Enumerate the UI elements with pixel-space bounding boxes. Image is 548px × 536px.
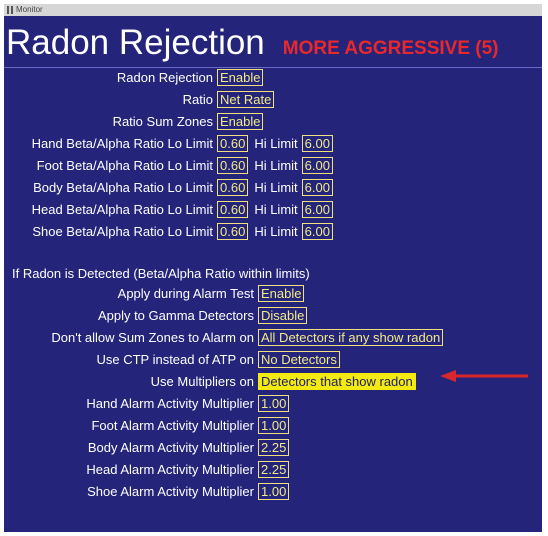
option-label: Apply to Gamma Detectors — [97, 308, 254, 323]
red-arrow-icon — [440, 370, 528, 382]
limit-row-hand: Hand Beta/Alpha Ratio Lo Limit 0.60 Hi L… — [4, 134, 333, 153]
lo-limit-value[interactable]: 0.60 — [217, 223, 249, 240]
gamma-detectors-value[interactable]: Disable — [258, 307, 308, 324]
option-label: Use Multipliers on — [150, 374, 254, 389]
limit-row-body: Body Beta/Alpha Ratio Lo Limit 0.60 Hi L… — [4, 178, 333, 197]
hi-limit-label: Hi Limit — [254, 224, 298, 239]
title-bar: Monitor — [4, 4, 542, 16]
multiplier-label: Hand Alarm Activity Multiplier — [86, 396, 254, 411]
limit-label: Foot Beta/Alpha Ratio Lo Limit — [36, 158, 213, 173]
sum-zones-alarm-value[interactable]: All Detectors if any show radon — [258, 329, 444, 346]
option-label: Apply during Alarm Test — [117, 286, 254, 301]
multiplier-row-head: Head Alarm Activity Multiplier 2.25 — [4, 460, 290, 479]
multiplier-row-foot: Foot Alarm Activity Multiplier 1.00 — [4, 416, 290, 435]
hi-limit-label: Hi Limit — [254, 180, 298, 195]
mode-indicator: MORE AGGRESSIVE (5) — [282, 38, 499, 59]
multiplier-label: Shoe Alarm Activity Multiplier — [87, 484, 254, 499]
hi-limit-value[interactable]: 6.00 — [301, 201, 333, 218]
hi-limit-value[interactable]: 6.00 — [301, 157, 333, 174]
multiplier-row-shoe: Shoe Alarm Activity Multiplier 1.00 — [4, 482, 290, 501]
radon-rejection-value[interactable]: Enable — [217, 69, 264, 86]
multiplier-row-hand: Hand Alarm Activity Multiplier 1.00 — [4, 394, 290, 413]
hi-limit-value[interactable]: 6.00 — [301, 223, 333, 240]
setting-label: Ratio — [182, 92, 213, 107]
multiplier-value[interactable]: 1.00 — [258, 417, 290, 434]
limit-label: Body Beta/Alpha Ratio Lo Limit — [33, 180, 213, 195]
hi-limit-label: Hi Limit — [254, 202, 298, 217]
lo-limit-value[interactable]: 0.60 — [217, 201, 249, 218]
option-row-alarm-test: Apply during Alarm Test Enable — [4, 284, 305, 303]
page-heading: Radon Rejection MORE AGGRESSIVE (5) — [4, 20, 499, 66]
hi-limit-value[interactable]: 6.00 — [301, 179, 333, 196]
setting-row-ratio-sum-zones: Ratio Sum Zones Enable — [4, 112, 264, 131]
option-label: Don't allow Sum Zones to Alarm on — [51, 330, 254, 345]
multiplier-row-body: Body Alarm Activity Multiplier 2.25 — [4, 438, 290, 457]
multiplier-label: Foot Alarm Activity Multiplier — [91, 418, 254, 433]
detected-heading: If Radon is Detected (Beta/Alpha Ratio w… — [12, 266, 310, 281]
monitor-window: Monitor Radon Rejection MORE AGGRESSIVE … — [4, 4, 542, 532]
alarm-test-value[interactable]: Enable — [258, 285, 305, 302]
option-row-ctp: Use CTP instead of ATP on No Detectors — [4, 350, 340, 369]
hi-limit-label: Hi Limit — [254, 136, 298, 151]
limit-label: Shoe Beta/Alpha Ratio Lo Limit — [32, 224, 213, 239]
option-row-multipliers: Use Multipliers on Detectors that show r… — [4, 372, 416, 391]
hi-limit-label: Hi Limit — [254, 158, 298, 173]
setting-label: Radon Rejection — [116, 70, 213, 85]
lo-limit-value[interactable]: 0.60 — [217, 179, 249, 196]
multiplier-label: Head Alarm Activity Multiplier — [86, 462, 254, 477]
limit-row-shoe: Shoe Beta/Alpha Ratio Lo Limit 0.60 Hi L… — [4, 222, 333, 241]
limit-label: Head Beta/Alpha Ratio Lo Limit — [31, 202, 213, 217]
setting-row-radon-rejection: Radon Rejection Enable — [4, 68, 264, 87]
use-multipliers-value[interactable]: Detectors that show radon — [258, 373, 416, 390]
multiplier-value[interactable]: 2.25 — [258, 461, 290, 478]
ratio-sum-zones-value[interactable]: Enable — [217, 113, 264, 130]
multiplier-value[interactable]: 1.00 — [258, 395, 290, 412]
setting-label: Ratio Sum Zones — [112, 114, 213, 129]
option-row-sum-zones: Don't allow Sum Zones to Alarm on All De… — [4, 328, 444, 347]
limit-label: Hand Beta/Alpha Ratio Lo Limit — [31, 136, 213, 151]
lo-limit-value[interactable]: 0.60 — [217, 135, 249, 152]
option-label: Use CTP instead of ATP on — [96, 352, 254, 367]
setting-row-ratio: Ratio Net Rate — [4, 90, 275, 109]
multiplier-value[interactable]: 2.25 — [258, 439, 290, 456]
app-icon — [7, 6, 13, 14]
multiplier-label: Body Alarm Activity Multiplier — [87, 440, 254, 455]
hi-limit-value[interactable]: 6.00 — [301, 135, 333, 152]
limit-row-foot: Foot Beta/Alpha Ratio Lo Limit 0.60 Hi L… — [4, 156, 333, 175]
page-title: Radon Rejection — [6, 23, 265, 62]
ratio-value[interactable]: Net Rate — [217, 91, 275, 108]
option-row-gamma: Apply to Gamma Detectors Disable — [4, 306, 308, 325]
ctp-value[interactable]: No Detectors — [258, 351, 340, 368]
multiplier-value[interactable]: 1.00 — [258, 483, 290, 500]
window-title: Monitor — [16, 5, 43, 14]
limit-row-head: Head Beta/Alpha Ratio Lo Limit 0.60 Hi L… — [4, 200, 333, 219]
lo-limit-value[interactable]: 0.60 — [217, 157, 249, 174]
